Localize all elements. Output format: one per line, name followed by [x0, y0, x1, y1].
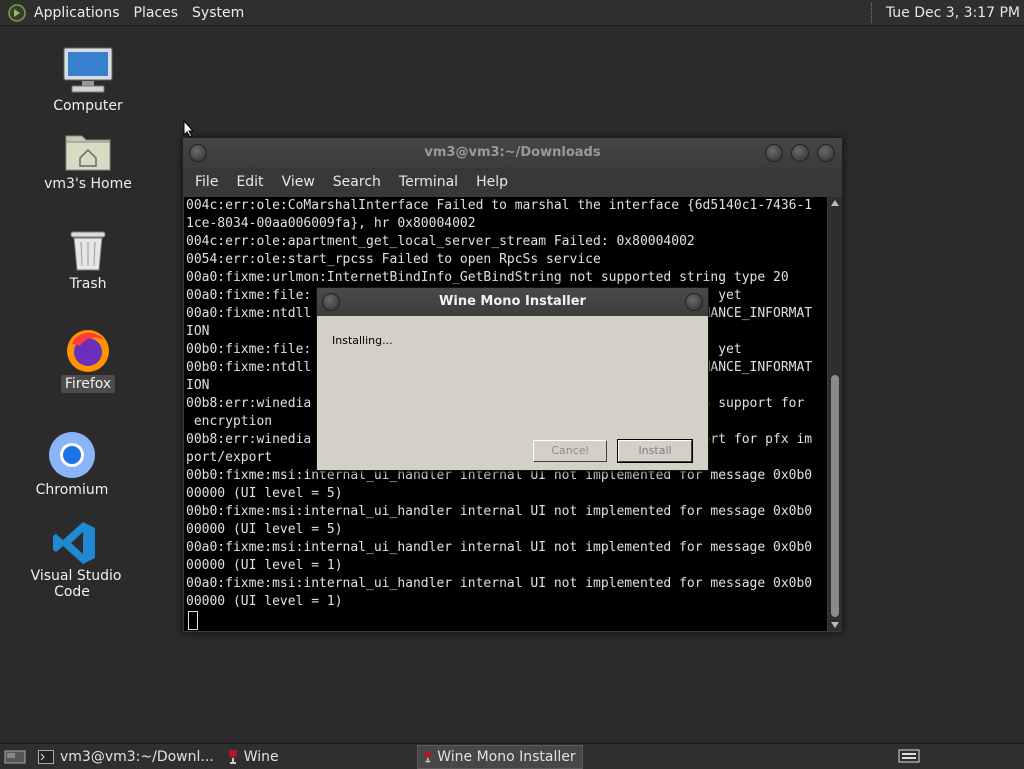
terminal-titlebar[interactable]: vm3@vm3:~/Downloads — [183, 138, 842, 168]
distro-logo-icon[interactable] — [8, 3, 26, 22]
show-desktop-button[interactable] — [0, 746, 30, 768]
show-desktop-icon — [4, 750, 26, 763]
dialog-close-button[interactable] — [685, 293, 703, 311]
close-button[interactable] — [817, 144, 835, 162]
home-folder-icon — [65, 135, 111, 171]
scroll-down-arrow-icon[interactable] — [831, 622, 839, 628]
terminal-line: 00a0:fixme:msi:internal_ui_handler inter… — [186, 576, 813, 591]
scroll-up-arrow-icon[interactable] — [831, 200, 839, 206]
scroll-thumb[interactable] — [831, 375, 839, 617]
terminal-line: 00000 (UI level = 1) — [186, 558, 343, 573]
taskbar-item-label: Wine — [243, 748, 279, 765]
desktop-icon-label: Computer — [53, 98, 123, 114]
chromium-icon — [49, 432, 95, 478]
taskbar-item-wine[interactable]: Wine — [222, 746, 285, 768]
wine-icon — [424, 751, 431, 762]
terminal-menubar: File Edit View Search Terminal Help — [183, 168, 842, 196]
terminal-line: 00a0:fixme:msi:internal_ui_handler inter… — [186, 540, 813, 555]
panel-tray: Tue Dec 3, 3:17 PM — [870, 0, 1024, 25]
terminal-line: 0054:err:ole:start_rpcss Failed to open … — [186, 252, 601, 267]
install-button[interactable]: Install — [617, 439, 693, 463]
panel-separator — [870, 2, 878, 23]
taskbar-item-terminal[interactable]: vm3@vm3:~/Downl... — [32, 746, 220, 768]
bottom-taskbar: vm3@vm3:~/Downl... Wine Wine Mono Instal… — [0, 743, 1024, 769]
wine-mono-installer-dialog[interactable]: Wine Mono Installer Installing... Cancel… — [316, 287, 709, 471]
menu-help[interactable]: Help — [476, 174, 508, 190]
desktop-icon-label: Firefox — [60, 375, 116, 393]
keyboard-icon[interactable] — [898, 748, 920, 764]
terminal-line: 004c:err:ole:apartment_get_local_server_… — [186, 234, 695, 249]
menu-system[interactable]: System — [192, 5, 244, 21]
desktop-icon-firefox[interactable]: Firefox — [28, 326, 148, 393]
terminal-title: vm3@vm3:~/Downloads — [424, 145, 601, 160]
minimize-button[interactable] — [765, 144, 783, 162]
terminal-line: 1ce-8034-00aa006009fa}, hr 0x80004002 — [186, 216, 476, 231]
firefox-icon — [67, 330, 109, 372]
desktop-icon-chromium[interactable]: Chromium — [12, 430, 132, 498]
terminal-scrollbar[interactable] — [828, 197, 842, 631]
text-cursor — [188, 611, 198, 630]
window-menu-button[interactable] — [189, 144, 207, 162]
taskbar-item-wine-mono-installer[interactable]: Wine Mono Installer — [416, 744, 583, 769]
vscode-icon — [53, 522, 95, 564]
desktop-icon-label: Chromium — [35, 482, 109, 498]
install-status-text: Installing... — [332, 334, 393, 347]
menu-file[interactable]: File — [195, 174, 218, 190]
menu-view[interactable]: View — [282, 174, 315, 190]
top-panel: Applications Places System Tue Dec 3, 3:… — [0, 0, 1024, 26]
clock[interactable]: Tue Dec 3, 3:17 PM — [886, 5, 1020, 21]
terminal-icon — [38, 749, 54, 764]
terminal-line: 00b0:fixme:msi:internal_ui_handler inter… — [186, 504, 813, 519]
mouse-pointer-icon — [183, 120, 195, 138]
terminal-line: 00000 (UI level = 5) — [186, 522, 343, 537]
desktop-icon-home[interactable]: vm3's Home — [28, 128, 148, 192]
menu-terminal[interactable]: Terminal — [399, 174, 458, 190]
dialog-title: Wine Mono Installer — [439, 294, 586, 309]
desktop-icon-computer[interactable]: Computer — [28, 46, 148, 114]
desktop-icon-label: vm3's Home — [44, 176, 132, 192]
cancel-button[interactable]: Cancel — [533, 440, 607, 462]
terminal-line: 00a0:fixme:urlmon:InternetBindInfo_GetBi… — [186, 270, 789, 285]
desktop-icon-trash[interactable]: Trash — [28, 228, 148, 292]
taskbar-item-label: Wine Mono Installer — [437, 748, 576, 765]
terminal-prompt-line — [184, 611, 827, 630]
desktop-icon-label: Visual Studio Code — [30, 568, 122, 600]
terminal-line: 00000 (UI level = 1) — [186, 594, 343, 609]
trash-icon — [70, 231, 106, 271]
dialog-window-menu-button[interactable] — [322, 293, 340, 311]
menu-edit[interactable]: Edit — [236, 174, 263, 190]
desktop-icon-vscode[interactable]: Visual Studio Code — [14, 520, 134, 600]
wine-icon — [228, 749, 237, 764]
desktop-icon-label: Trash — [69, 276, 107, 292]
computer-icon — [63, 47, 113, 93]
terminal-line: 004c:err:ole:CoMarshalInterface Failed t… — [186, 198, 813, 213]
dialog-titlebar[interactable]: Wine Mono Installer — [317, 288, 708, 316]
terminal-line: 00000 (UI level = 5) — [186, 486, 343, 501]
menu-places[interactable]: Places — [134, 5, 179, 21]
taskbar-item-label: vm3@vm3:~/Downl... — [60, 748, 214, 765]
menu-search[interactable]: Search — [333, 174, 381, 190]
maximize-button[interactable] — [791, 144, 809, 162]
menu-applications[interactable]: Applications — [34, 5, 120, 21]
